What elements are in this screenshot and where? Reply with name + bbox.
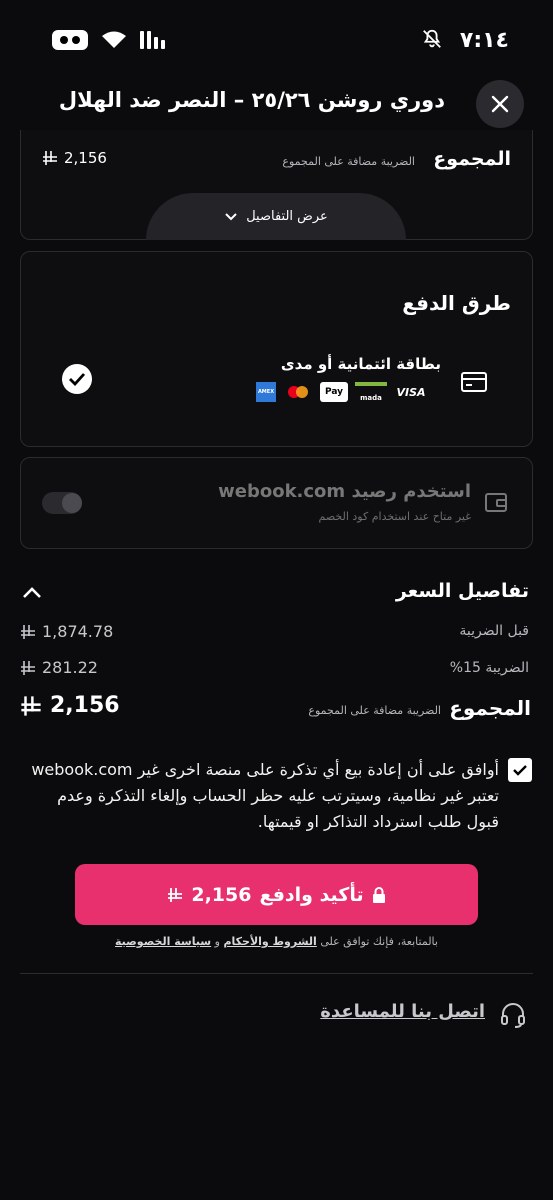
notifications-off-icon xyxy=(423,29,441,48)
summary-total-value: 2,156 xyxy=(42,149,107,167)
credit-card-icon xyxy=(461,372,487,392)
privacy-link[interactable]: سياسة الخصوصية xyxy=(115,935,211,948)
status-time: ٧:١٤ xyxy=(459,28,509,53)
summary-total-label: المجموع xyxy=(433,148,511,170)
screen-record-icon xyxy=(52,30,88,50)
status-bar: ٧:١٤ xyxy=(0,0,553,80)
legal-and: و xyxy=(214,935,220,948)
riyal-icon xyxy=(21,660,35,675)
amex-logo: AMEX xyxy=(256,382,276,402)
price-details-title: تفاصيل السعر xyxy=(395,580,529,602)
pay-button-amount: 2,156 xyxy=(191,883,252,906)
page-title: دوري روشن ٢٥/٢٦ – النصر ضد الهلال xyxy=(58,88,445,112)
check-icon xyxy=(513,764,527,776)
wallet-balance-card xyxy=(20,457,533,549)
divider xyxy=(20,973,533,974)
show-details-button[interactable]: عرض التفاصيل xyxy=(146,193,406,240)
legal-notice: بالمتابعة، فإنك توافق على الشروط والأحكا… xyxy=(20,935,533,948)
riyal-icon xyxy=(168,887,183,902)
before-tax-value: 1,874.78 xyxy=(20,622,113,641)
chevron-up-icon[interactable] xyxy=(22,586,42,600)
status-icons xyxy=(52,30,165,50)
signal-icon xyxy=(140,31,165,49)
show-details-label: عرض التفاصيل xyxy=(246,209,328,224)
check-icon xyxy=(69,373,86,386)
legal-prefix: بالمتابعة، فإنك توافق على xyxy=(320,935,438,948)
price-total-label: المجموع xyxy=(449,696,531,720)
chevron-down-icon xyxy=(225,212,237,220)
card-method-selected-check[interactable] xyxy=(62,364,92,394)
price-total-value: 2,156 xyxy=(20,693,120,718)
close-icon xyxy=(491,95,509,113)
price-total-note: الضريبة مضافة على المجموع xyxy=(308,704,441,717)
wallet-icon xyxy=(485,493,507,512)
wallet-note: غير متاح عند استخدام كود الخصم xyxy=(318,510,471,523)
confirm-pay-button[interactable]: تأكيد وادفع 2,156 xyxy=(75,864,478,925)
riyal-icon xyxy=(21,624,35,639)
riyal-icon xyxy=(43,151,57,165)
wallet-label: استخدم رصيد webook.com xyxy=(218,481,471,502)
pay-button-label: تأكيد وادفع xyxy=(259,883,364,906)
tax-value: 281.22 xyxy=(20,658,98,677)
agree-resale-text: أوافق على أن إعادة بيع أي تذكرة على منصة… xyxy=(31,760,499,831)
terms-link[interactable]: الشروط والأحكام xyxy=(223,935,316,948)
summary-tax-note: الضريبة مضافة على المجموع xyxy=(282,155,415,168)
card-brand-list: AMEX Pay mada VISA xyxy=(256,382,428,402)
agree-resale-checkbox[interactable] xyxy=(508,758,532,782)
riyal-icon xyxy=(21,695,41,716)
wifi-icon xyxy=(102,31,126,48)
wallet-toggle[interactable] xyxy=(42,492,82,514)
payment-methods-card xyxy=(20,251,533,447)
before-tax-label: قبل الضريبة xyxy=(459,623,529,639)
contact-support-link[interactable]: اتصل بنا للمساعدة xyxy=(320,1001,485,1022)
mada-logo: mada xyxy=(355,382,387,402)
payment-title: طرق الدفع xyxy=(402,291,511,315)
mastercard-logo xyxy=(283,382,313,402)
visa-logo: VISA xyxy=(396,385,426,399)
headset-icon xyxy=(501,1003,525,1028)
close-button[interactable] xyxy=(476,80,524,128)
lock-icon xyxy=(372,886,385,903)
apple-pay-logo: Pay xyxy=(320,382,348,402)
tax-label: الضريبة 15% xyxy=(449,660,529,676)
card-method-label[interactable]: بطاقة ائتمانية أو مدى xyxy=(281,355,441,373)
